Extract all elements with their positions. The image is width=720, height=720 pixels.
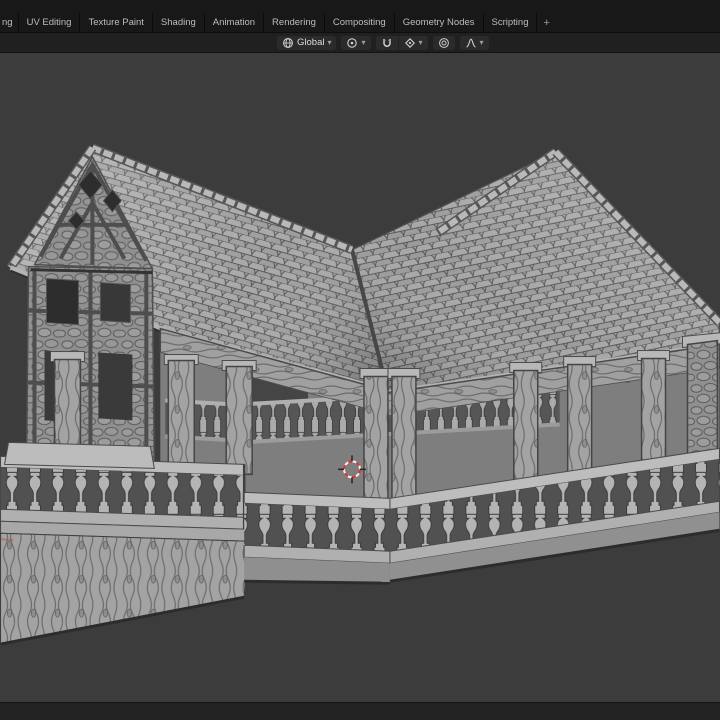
tab-animation[interactable]: Animation [205, 13, 265, 32]
workspace-tab-bar: ng UV Editing Texture Paint Shading Anim… [0, 0, 720, 33]
magnet-icon [382, 38, 391, 47]
tab-shading[interactable]: Shading [153, 13, 205, 32]
porch-opening [98, 352, 133, 421]
proportional-editing-toggle[interactable] [432, 35, 455, 50]
viewport-canvas [0, 143, 720, 646]
wood-post [637, 350, 671, 468]
ledge-slab [3, 441, 155, 469]
chevron-down-icon: ▾ [327, 37, 332, 47]
wall-window [45, 278, 79, 326]
chevron-down-icon: ▾ [418, 37, 423, 47]
snap-toggle-button[interactable] [375, 35, 398, 50]
wood-post [221, 360, 257, 476]
snap-target-icon [404, 37, 415, 48]
3d-viewport[interactable] [0, 53, 720, 702]
tab-uv-editing[interactable]: UV Editing [19, 13, 81, 32]
pivot-point-dropdown[interactable]: ▾ [341, 35, 371, 50]
falloff-curve-icon [465, 38, 476, 48]
wood-post [509, 362, 543, 486]
proportional-falloff-dropdown[interactable]: ▾ [459, 35, 489, 50]
chevron-down-icon: ▾ [479, 37, 484, 47]
tab-geometry-nodes[interactable]: Geometry Nodes [395, 13, 484, 32]
wood-post [163, 354, 199, 474]
snap-group: ▾ [375, 35, 428, 50]
proportional-editing-icon [438, 37, 449, 48]
add-workspace-button[interactable]: + [537, 13, 555, 32]
chevron-down-icon: ▾ [361, 37, 366, 47]
stone-pillar [682, 332, 720, 470]
snap-settings-dropdown[interactable]: ▾ [398, 35, 428, 50]
pivot-point-icon [347, 37, 358, 48]
viewport-header: Global ▾ ▾ ▾ ▾ [0, 33, 720, 53]
axis-x-line [0, 538, 14, 542]
house-model [0, 143, 720, 646]
tab-compositing[interactable]: Compositing [325, 13, 395, 32]
balustrade-front [243, 491, 391, 585]
globe-icon [283, 37, 293, 48]
transform-orientation-dropdown[interactable]: Global ▾ [277, 35, 337, 50]
wall-window [99, 282, 131, 324]
wood-post [563, 356, 597, 478]
wood-post [387, 368, 421, 504]
tab-texture-paint[interactable]: Texture Paint [80, 13, 153, 32]
wood-post [359, 368, 393, 504]
balustrade-left [0, 455, 249, 646]
transform-controls: Global ▾ ▾ ▾ ▾ [277, 35, 489, 50]
tab-partial[interactable]: ng [0, 13, 19, 32]
tab-rendering[interactable]: Rendering [264, 13, 325, 32]
tab-scripting[interactable]: Scripting [484, 13, 538, 32]
base-panel [0, 532, 249, 645]
orientation-label: Global [297, 36, 325, 48]
status-bar [0, 702, 720, 720]
